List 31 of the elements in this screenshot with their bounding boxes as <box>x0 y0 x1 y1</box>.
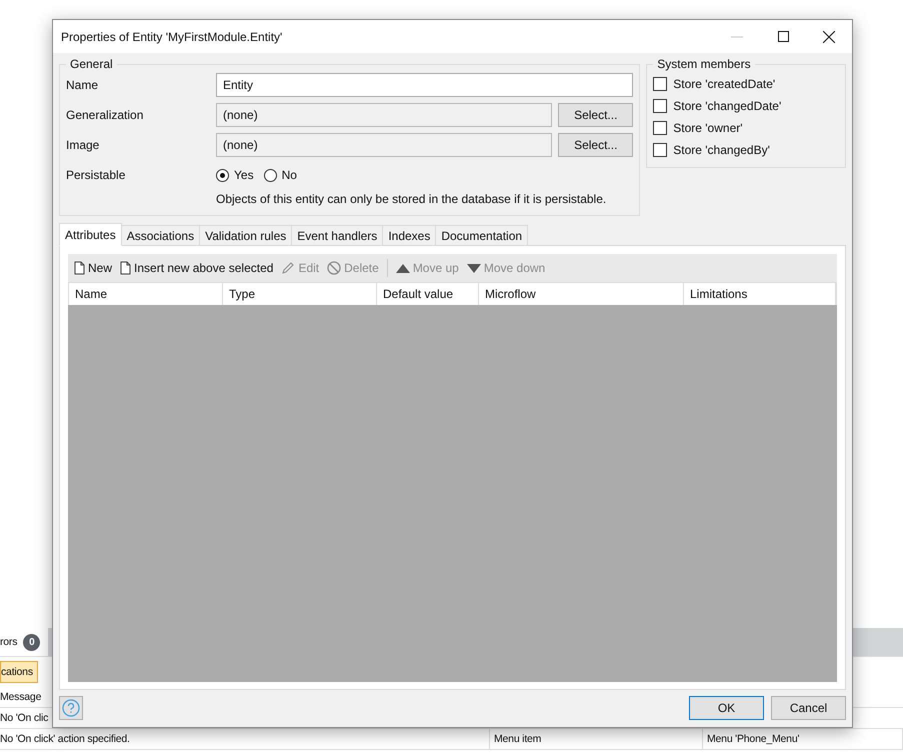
table-cell: Menu item <box>490 729 703 749</box>
select-button[interactable]: Select... <box>558 103 634 127</box>
dialog-button[interactable]: Cancel <box>771 696 846 720</box>
dialog-button[interactable]: OK <box>689 696 764 720</box>
persistable-note: Objects of this entity can only be stored in the database if it is persistable. <box>216 192 608 206</box>
field-label: Generalization <box>66 108 144 122</box>
count-badge: 0 <box>23 634 40 650</box>
table-cell: No 'On click' action specified. <box>0 729 490 749</box>
radio-label: Yes <box>234 168 254 182</box>
tab[interactable]: Attributes <box>59 223 122 246</box>
window-title: Properties of Entity 'MyFirstModule.Entity' <box>61 30 284 44</box>
name-field[interactable]: Entity <box>216 73 634 97</box>
select-button[interactable]: Select... <box>558 133 634 157</box>
checkbox-label: Store 'owner' <box>673 121 743 135</box>
checkbox-label: Store 'changedBy' <box>673 143 770 157</box>
field-label: Image <box>66 138 100 152</box>
readonly-field[interactable]: (none) <box>216 133 552 157</box>
checkbox-label: Store 'changedDate' <box>673 99 782 113</box>
toolbar-button[interactable]: New <box>74 261 112 275</box>
readonly-field[interactable]: (none) <box>216 103 552 127</box>
tab[interactable]: Documentation <box>435 225 528 246</box>
group-title: System members <box>656 57 752 71</box>
toolbar-button[interactable]: Insert new above selected <box>120 261 274 275</box>
radio-label: No <box>282 168 297 182</box>
group-title: General <box>69 57 114 71</box>
filter-tab[interactable]: cations <box>0 661 38 683</box>
checkbox-label: Store 'createdDate' <box>673 77 776 91</box>
table-cell: Menu 'Phone_Menu' <box>703 729 903 749</box>
field-label: Name <box>66 78 100 92</box>
panel-tab-label[interactable]: rors <box>0 636 18 648</box>
field-label: Persistable <box>66 168 126 182</box>
